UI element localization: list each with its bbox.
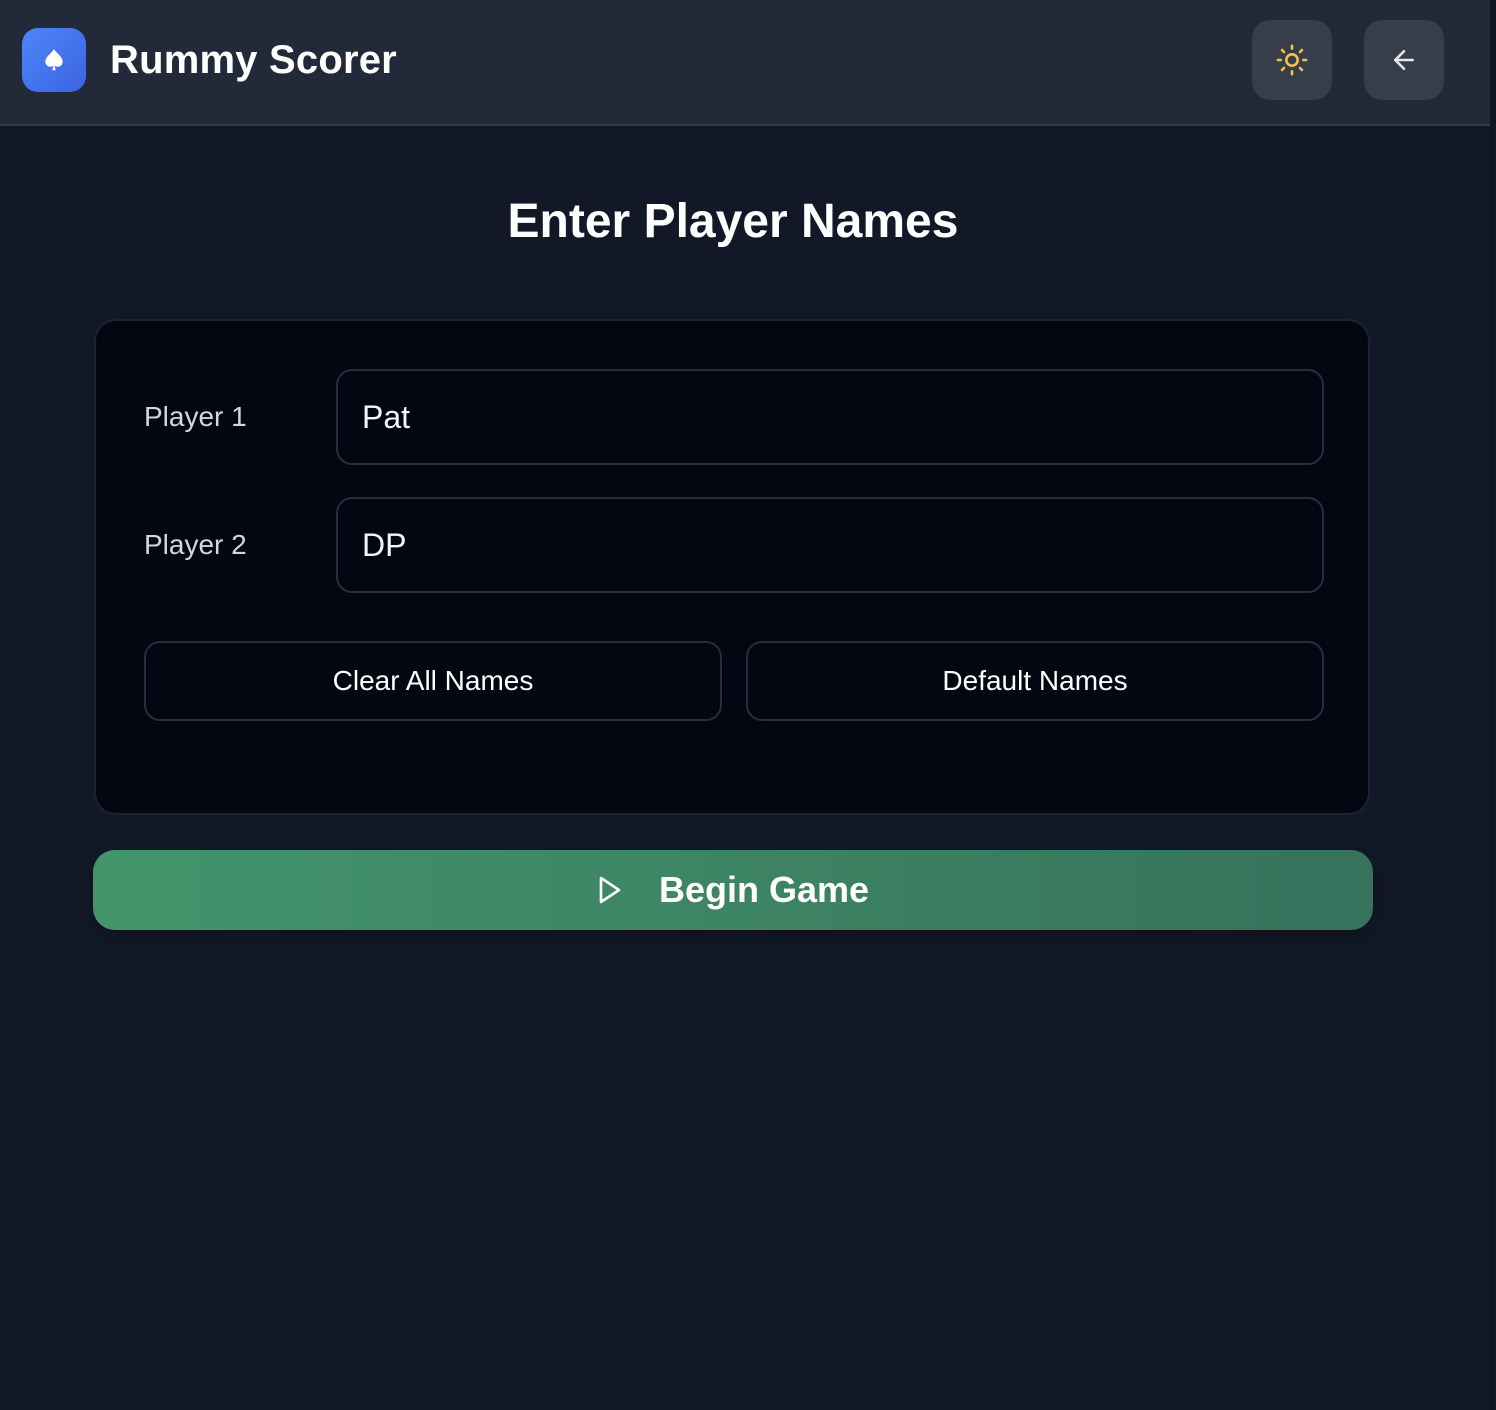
app-header: Rummy Scorer bbox=[0, 0, 1490, 126]
theme-toggle-button[interactable] bbox=[1252, 20, 1332, 100]
window-edge bbox=[1490, 0, 1496, 1410]
page-title: Enter Player Names bbox=[507, 195, 959, 248]
player-2-input[interactable] bbox=[336, 497, 1324, 593]
spade-icon bbox=[45, 49, 63, 71]
back-button[interactable] bbox=[1364, 20, 1444, 100]
default-names-button[interactable]: Default Names bbox=[746, 641, 1324, 721]
begin-game-button[interactable]: Begin Game bbox=[93, 850, 1373, 930]
player-names-card: Player 1 Player 2 Clear All Names Defaul… bbox=[94, 319, 1370, 815]
arrow-left-icon bbox=[1394, 50, 1414, 70]
app-title: Rummy Scorer bbox=[110, 38, 397, 82]
player-2-label: Player 2 bbox=[144, 529, 247, 560]
player-1-input[interactable] bbox=[336, 369, 1324, 465]
clear-all-names-button[interactable]: Clear All Names bbox=[144, 641, 722, 721]
begin-game-label: Begin Game bbox=[658, 869, 870, 910]
app-logo bbox=[22, 28, 86, 92]
play-icon bbox=[597, 875, 623, 905]
sun-icon bbox=[1276, 44, 1308, 76]
player-1-label: Player 1 bbox=[144, 401, 247, 432]
